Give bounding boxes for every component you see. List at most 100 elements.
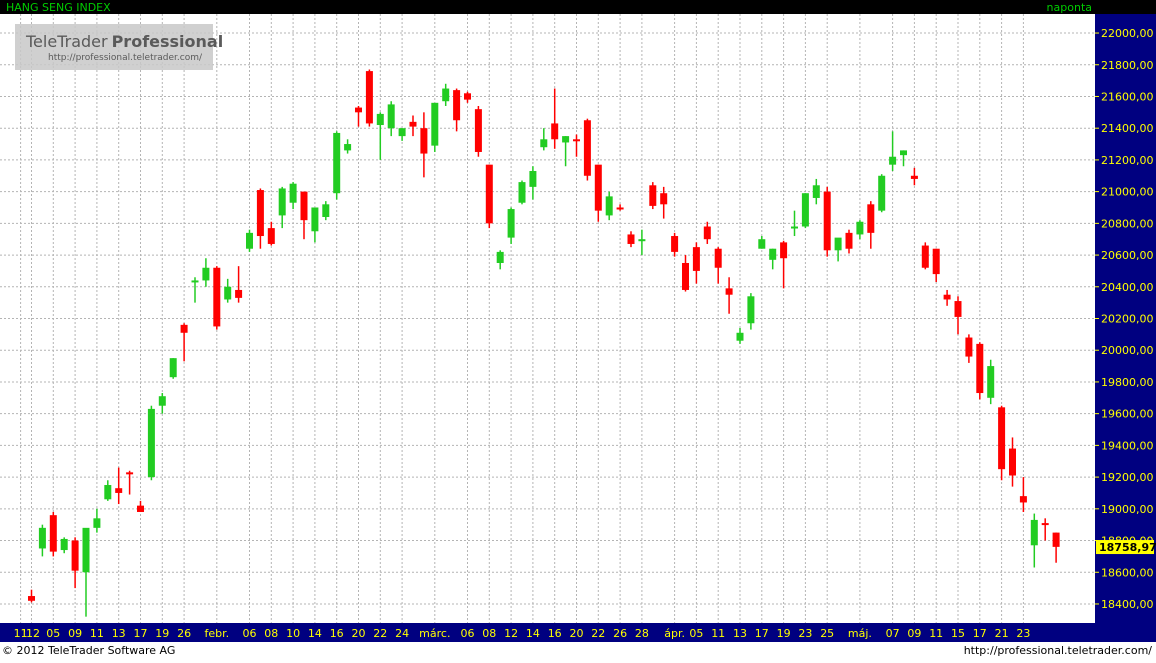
candle-body	[551, 123, 559, 140]
x-tick-label: 05	[689, 627, 703, 640]
watermark-brand-bold: Professional	[112, 32, 224, 51]
x-tick-label: 13	[733, 627, 747, 640]
candle-body	[158, 396, 166, 406]
x-tick-label: 23	[1016, 627, 1030, 640]
candle-body	[496, 251, 504, 263]
y-tick-label: 18600,00	[1101, 566, 1154, 579]
watermark-url: http://professional.teletrader.com/	[48, 53, 203, 63]
candle-up	[246, 229, 253, 252]
candle-body	[594, 164, 602, 211]
candle-body	[485, 164, 493, 224]
x-tick-label: 09	[68, 627, 82, 640]
candle-body	[1052, 532, 1060, 547]
candle-body	[605, 196, 613, 216]
candle-body	[213, 267, 221, 327]
y-tick-label: 19800,00	[1101, 376, 1154, 389]
y-tick-label: 20600,00	[1101, 249, 1154, 262]
x-tick-label: 17	[134, 627, 148, 640]
candle-up	[169, 358, 177, 379]
x-tick-label: 23	[798, 627, 812, 640]
x-tick-label: 15	[951, 627, 965, 640]
y-tick-label: 20800,00	[1101, 217, 1154, 230]
candle-body	[278, 188, 286, 216]
candle-body	[714, 248, 722, 268]
candle-down	[49, 511, 57, 557]
candle-body	[769, 248, 777, 260]
candle-body	[583, 120, 591, 176]
x-tick-label: márc.	[419, 627, 450, 640]
candle-body	[104, 485, 112, 500]
x-tick-label: 06	[243, 627, 257, 640]
candle-body	[38, 527, 46, 549]
x-tick-label: 19	[777, 627, 791, 640]
y-tick-label: 21200,00	[1101, 154, 1154, 167]
x-tick-label: 17	[755, 627, 769, 640]
candle-body	[845, 232, 853, 249]
candle-body	[998, 407, 1006, 470]
x-tick-label: 08	[482, 627, 496, 640]
x-tick-label: 16	[330, 627, 344, 640]
candle-body	[878, 175, 886, 211]
candle-body	[540, 139, 548, 148]
candle-body	[812, 185, 820, 198]
candle-body	[725, 288, 733, 295]
candle-body	[82, 527, 90, 573]
candle-body	[954, 301, 962, 317]
candle-body	[202, 267, 210, 281]
candle-body	[1009, 448, 1016, 476]
x-tick-label: 11	[929, 627, 943, 640]
candle-body	[322, 204, 330, 217]
x-tick-label: 09	[907, 627, 921, 640]
x-tick-label: febr.	[204, 627, 229, 640]
x-tick-label: 26	[613, 627, 627, 640]
candle-body	[1030, 519, 1038, 546]
chart-background	[0, 0, 1156, 659]
candle-body	[398, 128, 406, 137]
x-tick-label: 14	[308, 627, 322, 640]
candle-body	[889, 156, 897, 165]
candle-body	[464, 93, 471, 100]
candle-down	[823, 186, 831, 257]
candle-body	[780, 242, 788, 259]
candle-body	[976, 343, 984, 394]
candle-body	[562, 136, 570, 143]
candle-body	[943, 294, 951, 300]
candle-body	[1019, 496, 1027, 503]
x-tick-label: 20	[352, 627, 366, 640]
period-label: naponta	[1047, 1, 1092, 14]
y-tick-label: 18400,00	[1101, 598, 1154, 611]
candle-down	[485, 164, 493, 229]
candle-up	[801, 193, 809, 229]
y-tick-label: 19200,00	[1101, 471, 1154, 484]
candle-body	[137, 505, 144, 512]
watermark-brand: TeleTrader Professional	[25, 32, 223, 51]
candle-body	[93, 518, 101, 528]
candle-body	[649, 185, 657, 206]
candle-body	[703, 226, 711, 240]
candle-body	[267, 228, 275, 244]
candle-body	[856, 221, 864, 235]
copyright-text: © 2012 TeleTrader Software AG	[2, 644, 175, 657]
candle-body	[442, 88, 450, 102]
candle-down	[998, 405, 1006, 481]
candle-body	[387, 104, 395, 129]
y-tick-label: 19000,00	[1101, 503, 1154, 516]
candle-up	[431, 102, 439, 152]
x-tick-label: 08	[264, 627, 278, 640]
candle-body	[987, 366, 995, 398]
candle-body	[638, 239, 646, 242]
candle-down	[474, 105, 482, 157]
y-tick-label: 21000,00	[1101, 186, 1154, 199]
candle-body	[791, 226, 798, 229]
candle-body	[376, 113, 384, 126]
candle-body	[518, 182, 526, 203]
candle-body	[823, 191, 831, 251]
candle-body	[682, 262, 689, 290]
candle-body	[355, 107, 362, 113]
x-tick-label: 07	[886, 627, 900, 640]
x-tick-label: 26	[177, 627, 191, 640]
candle-body	[801, 193, 809, 227]
candle-body	[235, 289, 243, 298]
candle-body	[834, 237, 842, 251]
instrument-title: HANG SENG INDEX	[6, 1, 111, 14]
